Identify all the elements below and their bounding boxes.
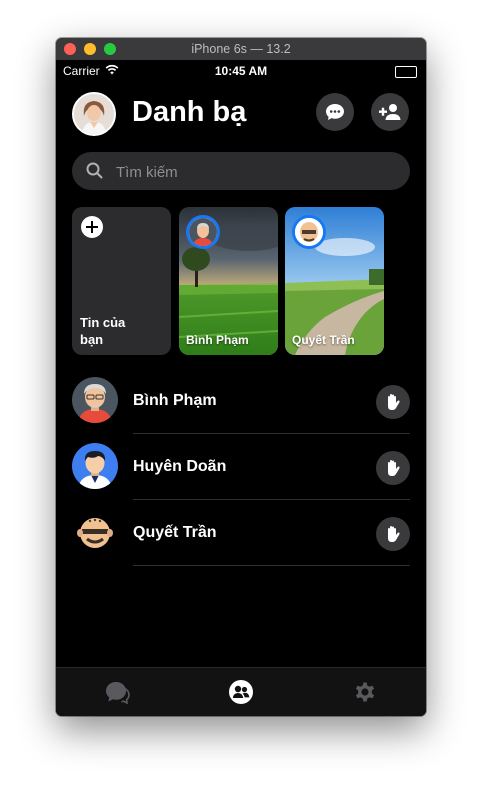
user-avatar-icon (72, 377, 118, 423)
story-card[interactable]: Bình Phạm (179, 207, 278, 355)
chats-icon (106, 682, 130, 704)
search-icon (86, 162, 103, 184)
divider (133, 565, 410, 566)
story-name: Quyết Trần (292, 333, 355, 347)
user-avatar-icon (74, 94, 114, 134)
window-title: iPhone 6s — 13.2 (191, 42, 291, 56)
profile-avatar[interactable] (72, 92, 116, 136)
add-person-icon (379, 104, 401, 120)
chat-bubble-icon (326, 104, 344, 120)
wave-button[interactable] (376, 451, 410, 485)
story-avatar (186, 215, 220, 249)
tab-chats[interactable] (104, 679, 130, 705)
stories-row: Tin của bạn Bình Phạm Quyết Trần (72, 207, 426, 355)
contact-name: Huyên Doãn (133, 458, 227, 475)
wave-button[interactable] (376, 385, 410, 419)
people-icon (229, 680, 253, 704)
header: Danh bạ (56, 90, 426, 138)
story-card[interactable]: Quyết Trần (285, 207, 384, 355)
user-avatar-icon (72, 509, 118, 555)
plus-icon (81, 216, 103, 238)
add-contact-button[interactable] (371, 93, 409, 131)
contacts-list: Bình Phạm Huyên Doãn Quyết Trần (56, 368, 426, 566)
wave-hand-icon (388, 460, 400, 476)
contact-name: Quyết Trần (133, 524, 217, 541)
battery-icon (395, 66, 417, 78)
tab-bar (56, 667, 426, 716)
story-add-own[interactable]: Tin của bạn (72, 207, 171, 355)
story-avatar (292, 215, 326, 249)
contact-avatar (72, 377, 118, 423)
user-avatar-icon (189, 218, 217, 246)
contact-avatar (72, 509, 118, 555)
page-title: Danh bạ (132, 96, 247, 128)
contact-row[interactable]: Bình Phạm (56, 368, 426, 434)
tab-people[interactable] (228, 679, 254, 705)
contact-avatar (72, 443, 118, 489)
story-name: Bình Phạm (186, 333, 249, 347)
settings-gear-icon (355, 682, 375, 702)
search-input[interactable] (114, 152, 398, 192)
window-titlebar: iPhone 6s — 13.2 (56, 38, 426, 61)
wave-button[interactable] (376, 517, 410, 551)
contact-row[interactable]: Huyên Doãn (56, 434, 426, 500)
user-avatar-icon (72, 443, 118, 489)
contact-row[interactable]: Quyết Trần (56, 500, 426, 566)
wave-hand-icon (388, 526, 400, 542)
search-bar[interactable] (72, 152, 410, 192)
contact-name: Bình Phạm (133, 392, 217, 409)
status-time: 10:45 AM (214, 64, 268, 78)
simulator-window: iPhone 6s — 13.2 Carrier 10:45 AM Danh b… (56, 38, 426, 716)
status-bar: Carrier 10:45 AM (56, 60, 426, 80)
user-avatar-icon (295, 218, 323, 246)
story-own-label: Tin của bạn (80, 315, 126, 347)
new-chat-button[interactable] (316, 93, 354, 131)
tab-settings[interactable] (352, 679, 378, 705)
phone-screen: Carrier 10:45 AM Danh bạ Tìm kiếm Tin củ… (56, 60, 426, 716)
wave-hand-icon (388, 394, 400, 410)
